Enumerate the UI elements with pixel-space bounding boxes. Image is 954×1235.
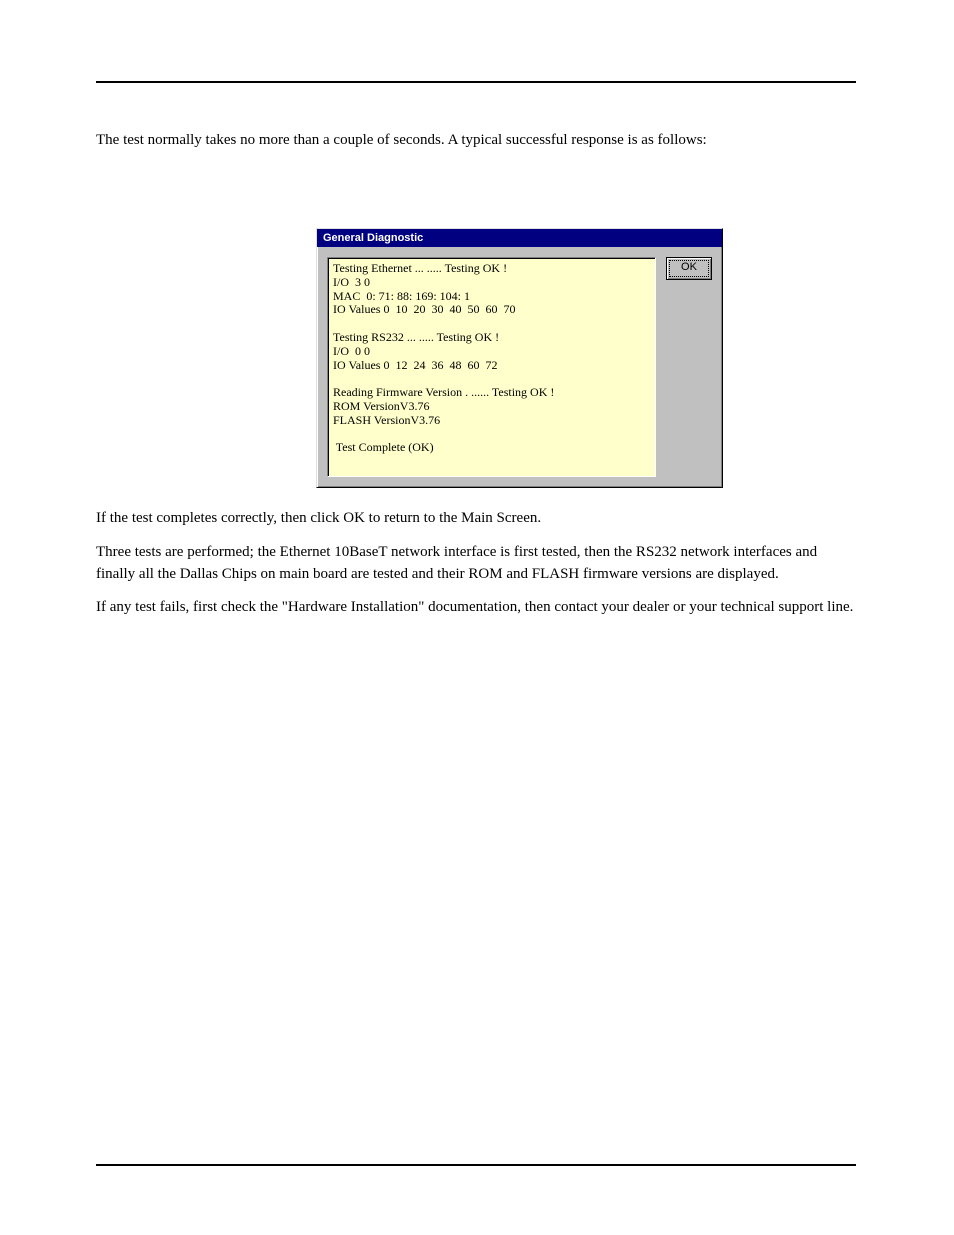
header-rule [96, 81, 856, 83]
paragraph-1: If the test completes correctly, then cl… [96, 508, 856, 530]
body-text: If the test completes correctly, then cl… [96, 508, 856, 631]
intro-text: The test normally takes no more than a c… [96, 130, 856, 163]
dialog-titlebar: General Diagnostic [317, 229, 722, 247]
footer-rule [96, 1164, 856, 1166]
ok-button[interactable]: OK [666, 257, 712, 280]
dialog-title: General Diagnostic [323, 232, 423, 244]
intro-paragraph: The test normally takes no more than a c… [96, 130, 856, 151]
dialog-client-area: Testing Ethernet ... ..... Testing OK ! … [317, 247, 722, 487]
paragraph-3: If any test fails, first check the "Hard… [96, 597, 856, 619]
general-diagnostic-dialog: General Diagnostic Testing Ethernet ... … [316, 228, 723, 488]
diagnostic-output: Testing Ethernet ... ..... Testing OK ! … [327, 257, 656, 477]
paragraph-2: Three tests are performed; the Ethernet … [96, 542, 856, 586]
